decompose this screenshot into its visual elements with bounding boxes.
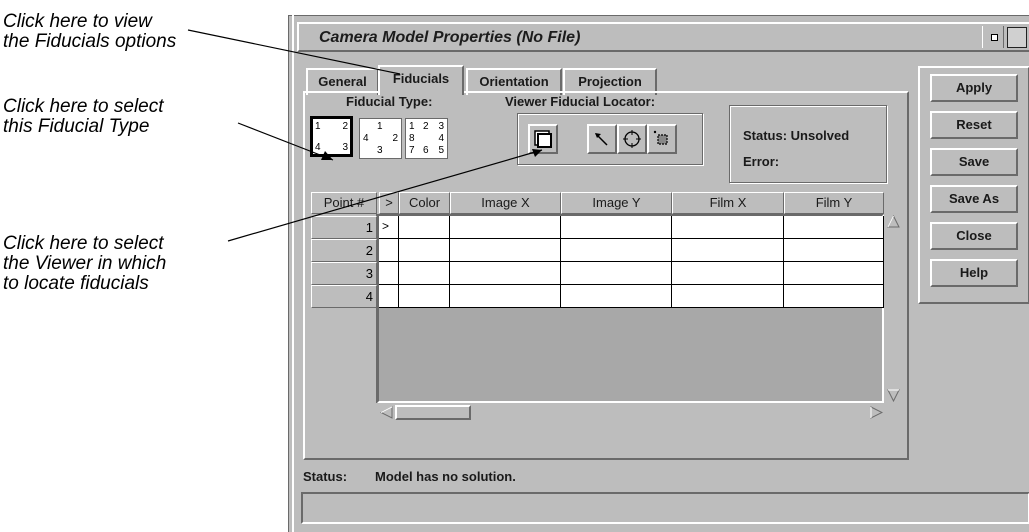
window-left-highlight bbox=[292, 15, 294, 532]
fiducials-tab-page: Fiducial Type: 1 2 4 3 1 4 2 3 1 2 3 8 4… bbox=[303, 91, 909, 460]
row-3-image-x-cell[interactable] bbox=[450, 262, 561, 285]
status-unsolved-text: Status: Unsolved bbox=[743, 128, 850, 143]
help-button[interactable]: Help bbox=[930, 259, 1018, 287]
row-2-color-cell[interactable] bbox=[399, 239, 450, 262]
close-button[interactable]: Close bbox=[930, 222, 1018, 250]
apply-button[interactable]: Apply bbox=[930, 74, 1018, 102]
row-4-color-cell[interactable] bbox=[399, 285, 450, 308]
row-1-image-y-cell[interactable] bbox=[561, 216, 672, 239]
row-1-color-cell[interactable] bbox=[399, 216, 450, 239]
viewer-locator-group bbox=[517, 113, 703, 165]
column-header-marker[interactable]: > bbox=[379, 192, 399, 214]
callout-viewer-locator: Click here to select the Viewer in which… bbox=[3, 233, 167, 294]
row-2-film-y-cell[interactable] bbox=[784, 239, 884, 262]
fiducial-point-table: Point # > Color Image X Image Y Film X F… bbox=[311, 192, 901, 432]
window-menu-icon[interactable] bbox=[982, 26, 1004, 48]
scroll-up-arrow-icon[interactable] bbox=[887, 215, 900, 228]
scroll-left-arrow-icon[interactable] bbox=[380, 406, 393, 419]
column-header-film-y[interactable]: Film Y bbox=[784, 192, 884, 214]
camera-model-properties-window: Camera Model Properties (No File) Genera… bbox=[288, 15, 1029, 532]
fiducial-type-label: Fiducial Type: bbox=[346, 94, 433, 109]
row-1-film-x-cell[interactable] bbox=[672, 216, 784, 239]
window-title: Camera Model Properties (No File) bbox=[319, 29, 581, 46]
row-4-film-y-cell[interactable] bbox=[784, 285, 884, 308]
column-header-point[interactable]: Point # bbox=[311, 192, 377, 214]
solution-status-box: Status: Unsolved Error: bbox=[729, 105, 887, 183]
maximize-icon[interactable] bbox=[1007, 27, 1027, 48]
column-header-image-y[interactable]: Image Y bbox=[561, 192, 672, 214]
row-2-image-x-cell[interactable] bbox=[450, 239, 561, 262]
row-header-1[interactable]: 1 bbox=[311, 216, 377, 239]
row-4-film-x-cell[interactable] bbox=[672, 285, 784, 308]
command-button-panel: Apply Reset Save Save As Close Help bbox=[918, 66, 1029, 304]
drive-point-icon[interactable] bbox=[647, 124, 677, 154]
row-1-film-y-cell[interactable] bbox=[784, 216, 884, 239]
title-bar[interactable]: Camera Model Properties (No File) bbox=[297, 22, 1029, 52]
row-3-marker-cell[interactable] bbox=[379, 262, 399, 285]
save-as-button[interactable]: Save As bbox=[930, 185, 1018, 213]
row-header-2[interactable]: 2 bbox=[311, 239, 377, 262]
row-3-film-y-cell[interactable] bbox=[784, 262, 884, 285]
error-label: Error: bbox=[743, 154, 780, 169]
horizontal-scrollbar[interactable] bbox=[379, 405, 886, 420]
horizontal-scroll-thumb[interactable] bbox=[395, 405, 471, 420]
row-2-marker-cell[interactable] bbox=[379, 239, 399, 262]
status-label: Status: bbox=[303, 469, 348, 484]
save-button[interactable]: Save bbox=[930, 148, 1018, 176]
scroll-right-arrow-icon[interactable] bbox=[870, 406, 883, 419]
row-3-color-cell[interactable] bbox=[399, 262, 450, 285]
column-header-image-x[interactable]: Image X bbox=[450, 192, 561, 214]
scroll-down-arrow-icon[interactable] bbox=[887, 389, 900, 402]
row-header-4[interactable]: 4 bbox=[311, 285, 377, 308]
viewer-select-icon[interactable] bbox=[528, 124, 558, 154]
crosshair-circle-icon[interactable] bbox=[617, 124, 647, 154]
callout-fiducials-tab: Click here to view the Fiducials options bbox=[3, 11, 177, 52]
status-message: Model has no solution. bbox=[375, 469, 516, 484]
tab-fiducials[interactable]: Fiducials bbox=[378, 65, 464, 95]
column-header-color[interactable]: Color bbox=[399, 192, 450, 214]
row-4-image-y-cell[interactable] bbox=[561, 285, 672, 308]
message-area bbox=[301, 492, 1029, 524]
reset-button[interactable]: Reset bbox=[930, 111, 1018, 139]
row-3-film-x-cell[interactable] bbox=[672, 262, 784, 285]
locate-arrow-icon[interactable] bbox=[587, 124, 617, 154]
viewer-fiducial-locator-label: Viewer Fiducial Locator: bbox=[505, 94, 656, 109]
row-header-3[interactable]: 3 bbox=[311, 262, 377, 285]
fiducial-type-four-corner[interactable]: 1 2 4 3 bbox=[307, 113, 356, 160]
row-3-image-y-cell[interactable] bbox=[561, 262, 672, 285]
row-1-marker-cell[interactable]: > bbox=[379, 216, 399, 239]
column-header-film-x[interactable]: Film X bbox=[672, 192, 784, 214]
fiducial-type-eight-point[interactable]: 1 2 3 8 4 7 6 5 bbox=[405, 118, 448, 159]
fiducial-type-four-side[interactable]: 1 4 2 3 bbox=[359, 118, 402, 159]
row-4-image-x-cell[interactable] bbox=[450, 285, 561, 308]
row-1-image-x-cell[interactable] bbox=[450, 216, 561, 239]
row-2-image-y-cell[interactable] bbox=[561, 239, 672, 262]
callout-fiducial-type: Click here to select this Fiducial Type bbox=[3, 96, 164, 137]
row-2-film-x-cell[interactable] bbox=[672, 239, 784, 262]
row-4-marker-cell[interactable] bbox=[379, 285, 399, 308]
vertical-scrollbar[interactable] bbox=[886, 214, 901, 403]
